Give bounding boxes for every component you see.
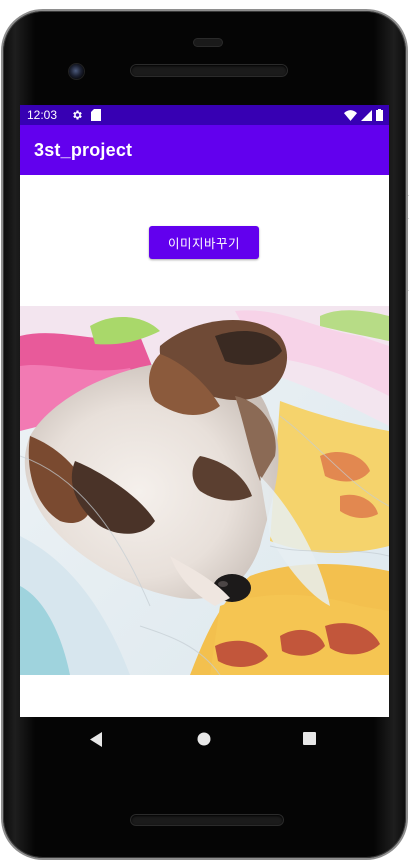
sd-card-icon — [91, 109, 102, 121]
top-speaker — [131, 65, 287, 76]
status-indicators — [344, 109, 383, 121]
status-time: 12:03 — [27, 108, 58, 122]
earpiece — [194, 39, 222, 46]
app-title: 3st_project — [34, 139, 133, 160]
recent-apps-icon[interactable] — [303, 732, 316, 745]
device-screen: 12:03 3st_project 이미지바꾸기 — [20, 105, 389, 717]
front-camera — [69, 64, 84, 79]
settings-icon — [71, 109, 83, 121]
app-bar: 3st_project — [20, 125, 389, 175]
back-icon[interactable] — [90, 732, 104, 747]
home-icon[interactable] — [197, 732, 211, 746]
wifi-icon — [344, 109, 357, 121]
battery-icon — [376, 109, 383, 121]
navigation-bar — [20, 717, 389, 763]
puppy-photo — [20, 306, 389, 675]
change-image-button[interactable]: 이미지바꾸기 — [149, 226, 259, 259]
bottom-speaker — [131, 815, 283, 825]
main-content: 이미지바꾸기 — [20, 175, 389, 717]
status-bar: 12:03 — [20, 105, 389, 125]
signal-icon — [361, 109, 372, 121]
